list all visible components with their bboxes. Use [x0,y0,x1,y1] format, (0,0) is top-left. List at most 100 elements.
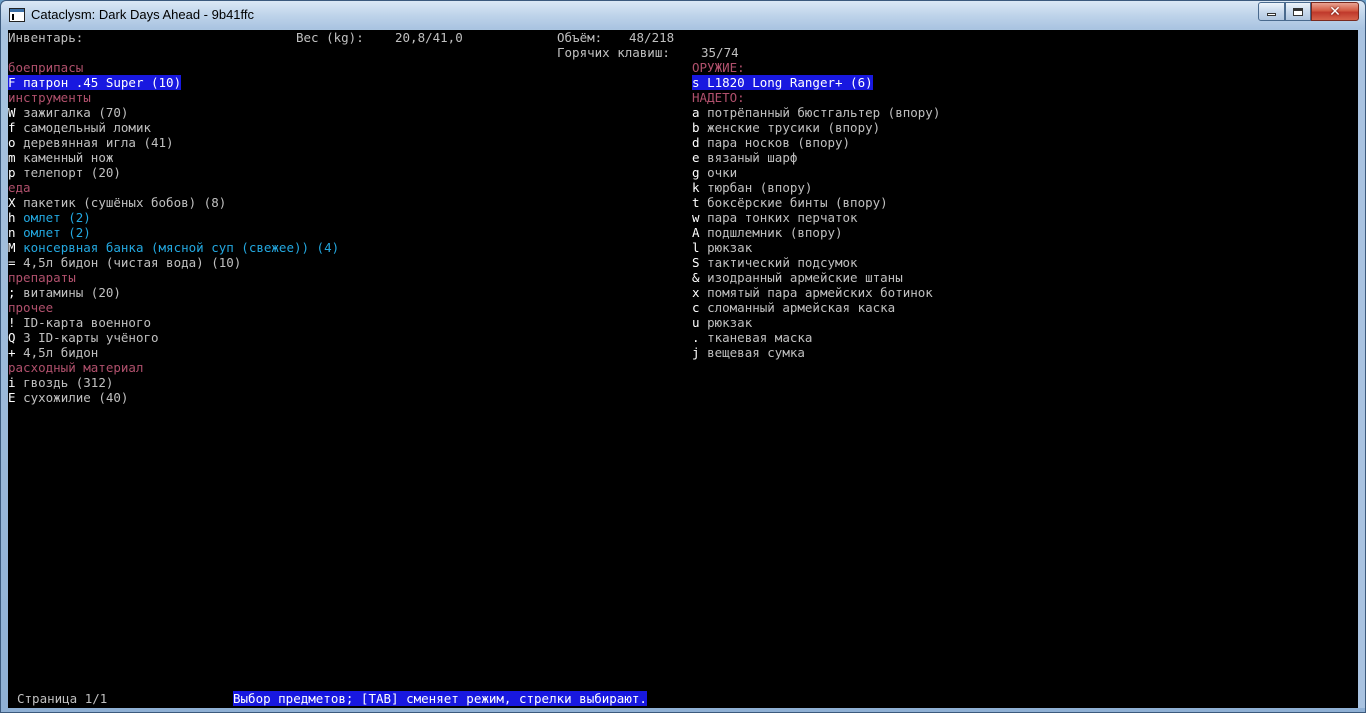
item-name: помятый пара армейских ботинок [707,285,933,300]
inventory-item[interactable]: l рюкзак [692,240,752,255]
item-hotkey: c [692,300,700,315]
item-hotkey: p [8,165,16,180]
item-hotkey: b [692,120,700,135]
item-hotkey: t [692,195,700,210]
maximize-icon [1293,7,1303,16]
inventory-item[interactable]: E сухожилие (40) [8,390,128,405]
inventory-item[interactable]: X пакетик (сушёных бобов) (8) [8,195,226,210]
item-hotkey: F [8,75,16,90]
item-hotkey: a [692,105,700,120]
item-hotkey: x [692,285,700,300]
item-hotkey: n [8,225,16,240]
inventory-item[interactable]: b женские трусики (впору) [692,120,880,135]
item-name: тканевая маска [707,330,813,345]
item-hotkey: A [692,225,700,240]
category-header: прочее [8,300,54,315]
item-hotkey: k [692,180,700,195]
item-hotkey: u [692,315,700,330]
inventory-item[interactable]: p телепорт (20) [8,165,121,180]
category-header: инструменты [8,90,91,105]
close-button[interactable]: ✕ [1311,2,1359,21]
inventory-item[interactable]: . тканевая маска [692,330,812,345]
inventory-item[interactable]: a потрёпанный бюстгальтер (впору) [692,105,940,120]
item-hotkey: ! [8,315,16,330]
item-hotkey: E [8,390,16,405]
inventory-item[interactable]: A подшлемник (впору) [692,225,843,240]
item-hotkey: l [692,240,700,255]
terminal-app-icon [9,8,25,22]
item-name: зажигалка (70) [23,105,129,120]
item-name: боксёрские бинты (впору) [707,195,888,210]
item-name: потрёпанный бюстгальтер (впору) [707,105,941,120]
inventory-item[interactable]: M консервная банка (мясной суп (свежее))… [8,240,339,255]
status-message: Выбор предметов; [TAB] сменяет режим, ст… [233,691,647,706]
inventory-item[interactable]: d пара носков (впору) [692,135,850,150]
item-hotkey: & [692,270,700,285]
category-header: НАДЕТО: [692,90,745,105]
item-hotkey: + [8,345,16,360]
inventory-item[interactable]: x помятый пара армейских ботинок [692,285,933,300]
inventory-item[interactable]: = 4,5л бидон (чистая вода) (10) [8,255,241,270]
inventory-item[interactable]: o деревянная игла (41) [8,135,174,150]
item-name: консервная банка (мясной суп (свежее)) (… [23,240,340,255]
item-hotkey: w [692,210,700,225]
item-hotkey: . [692,330,700,345]
category-header: ОРУЖИЕ: [692,60,745,75]
item-name: вязаный шарф [707,150,798,165]
item-name: каменный нож [23,150,114,165]
inventory-item[interactable]: k тюрбан (впору) [692,180,812,195]
inventory-item[interactable]: S тактический подсумок [692,255,858,270]
item-hotkey: o [8,135,16,150]
item-hotkey: j [692,345,700,360]
inventory-item[interactable]: F патрон .45 Super (10) [8,75,182,90]
item-hotkey: f [8,120,16,135]
page-indicator: Страница 1/1 [17,691,108,706]
inventory-item[interactable]: w пара тонких перчаток [692,210,858,225]
inventory-item[interactable]: g очки [692,165,737,180]
inventory-item[interactable]: Q 3 ID-карты учёного [8,330,159,345]
item-name: пара носков (впору) [707,135,851,150]
inventory-item[interactable]: W зажигалка (70) [8,105,128,120]
item-name: ID-карта военного [23,315,151,330]
item-name: самодельный ломик [23,120,151,135]
item-hotkey: M [8,240,16,255]
volume-value: 48/218 [629,30,675,45]
item-name: рюкзак [707,315,753,330]
inventory-item[interactable]: f самодельный ломик [8,120,151,135]
inventory-item[interactable]: m каменный нож [8,150,113,165]
minimize-button[interactable] [1258,2,1285,21]
inventory-item[interactable]: u рюкзак [692,315,752,330]
inventory-item[interactable]: e вязаный шарф [692,150,797,165]
inventory-item[interactable]: ! ID-карта военного [8,315,151,330]
item-name: очки [707,165,738,180]
inventory-item[interactable]: n омлет (2) [8,225,91,240]
item-name: женские трусики (впору) [707,120,881,135]
inventory-item[interactable]: ; витамины (20) [8,285,121,300]
item-name: пара тонких перчаток [707,210,858,225]
item-hotkey: m [8,150,16,165]
inventory-item[interactable]: s L1820 Long Ranger+ (6) [692,75,873,90]
hotkeys-label: Горячих клавиш: [557,45,670,60]
item-hotkey: Q [8,330,16,345]
item-name: деревянная игла (41) [23,135,174,150]
inventory-item[interactable]: h омлет (2) [8,210,91,225]
item-hotkey: i [8,375,16,390]
item-hotkey: g [692,165,700,180]
inventory-item[interactable]: j вещевая сумка [692,345,805,360]
inventory-item[interactable]: i гвоздь (312) [8,375,113,390]
inventory-item[interactable]: & изодранный армейские штаны [692,270,903,285]
item-hotkey: h [8,210,16,225]
weight-label: Вес (kg): [296,30,364,45]
item-name: L1820 Long Ranger+ (6) [707,75,873,90]
item-name: омлет (2) [23,210,91,225]
title-bar[interactable]: Cataclysm: Dark Days Ahead - 9b41ffc ✕ [1,1,1365,29]
game-console: Инвентарь: Вес (kg): 20,8/41,0 Объём: 48… [8,30,1358,708]
item-name: витамины (20) [23,285,121,300]
inventory-item[interactable]: t боксёрские бинты (впору) [692,195,888,210]
window-edge [1358,30,1365,708]
minimize-icon [1267,13,1276,16]
maximize-button[interactable] [1285,2,1311,21]
inventory-item[interactable]: + 4,5л бидон [8,345,98,360]
item-hotkey: W [8,105,16,120]
inventory-item[interactable]: c сломанный армейская каска [692,300,895,315]
